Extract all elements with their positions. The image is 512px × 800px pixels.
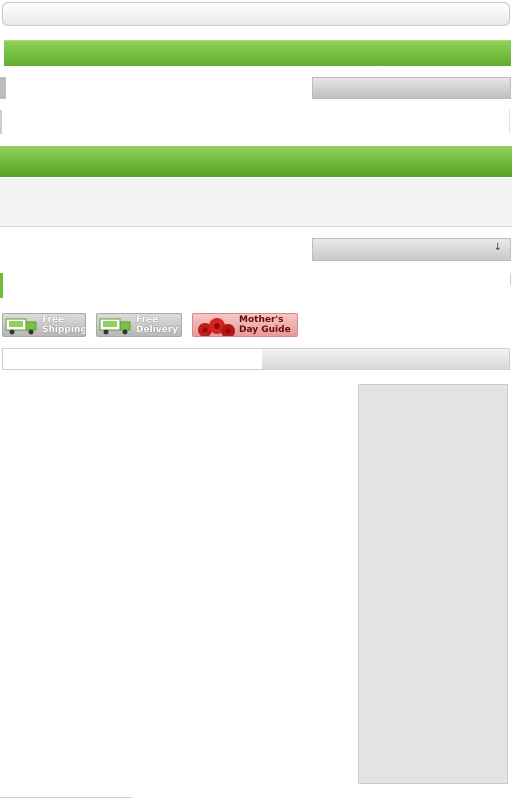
sort-dropdown[interactable]: ↓	[312, 238, 511, 261]
filter-dropdown[interactable]	[262, 349, 509, 369]
breadcrumb-row	[0, 110, 510, 134]
truck-icon	[5, 318, 37, 335]
divider	[510, 273, 511, 285]
truck-icon	[99, 318, 131, 335]
sidebar-panel	[358, 384, 508, 784]
divider	[0, 797, 132, 798]
left-tab-edge	[0, 77, 6, 99]
top-navigation-bar[interactable]	[4, 40, 511, 66]
mothers-day-guide-label: Mother's Day Guide	[239, 315, 291, 335]
search-bar[interactable]	[2, 2, 510, 26]
rose-icon	[198, 318, 235, 336]
category-description-band	[0, 178, 512, 227]
category-header-bar	[0, 146, 512, 177]
mothers-day-guide-badge[interactable]: Mother's Day Guide	[192, 313, 298, 337]
free-shipping-badge[interactable]: Free Shipping	[2, 313, 86, 337]
secondary-tab-button[interactable]	[312, 77, 511, 99]
free-delivery-badge[interactable]: Free Delivery	[96, 313, 182, 337]
chevron-down-icon: ↓	[493, 242, 502, 253]
section-accent	[0, 273, 3, 298]
free-shipping-label: Free Shipping	[42, 315, 86, 335]
free-delivery-label: Free Delivery	[136, 315, 179, 335]
